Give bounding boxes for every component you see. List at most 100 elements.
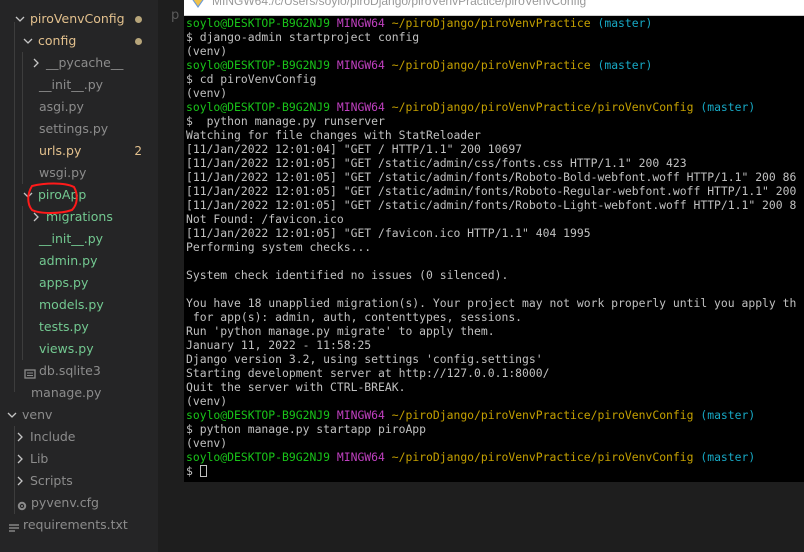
tree-item-folder-pycache[interactable]: __pycache__: [0, 52, 158, 74]
tree-item-file-apps[interactable]: apps.py: [0, 272, 158, 294]
prompt-shell: MINGW64: [336, 58, 385, 72]
tree-item-file-asgi[interactable]: asgi.py: [0, 96, 158, 118]
terminal-prompt-line: soylo@DESKTOP-B9G2NJ9 MINGW64 ~/piroDjan…: [186, 100, 804, 114]
tree-item-label: Scripts: [30, 473, 73, 488]
tree-item-label: __init__.py: [39, 77, 104, 92]
tree-item-label: venv: [22, 407, 53, 422]
database-icon: [24, 365, 36, 379]
tree-item-label: views.py: [39, 341, 94, 356]
terminal-output-line: January 11, 2022 - 11:58:25: [186, 338, 372, 352]
terminal-output-line: (venv): [186, 436, 228, 450]
tree-item-label: admin.py: [39, 253, 98, 268]
prompt-user: soylo@DESKTOP-B9G2NJ9: [186, 16, 331, 30]
terminal-title: MINGW64:/c/Users/soylo/piroDjango/piroVe…: [212, 0, 587, 8]
chevron-right-icon[interactable]: [14, 426, 26, 448]
prompt-branch: (master): [700, 408, 756, 422]
terminal-prompt-line: soylo@DESKTOP-B9G2NJ9 MINGW64 ~/piroDjan…: [186, 16, 804, 30]
prompt-branch: (master): [700, 100, 756, 114]
chevron-right-icon[interactable]: [14, 448, 26, 470]
terminal-output-line: Starting development server at http://12…: [186, 366, 550, 380]
prompt-path: ~/piroDjango/piroVenvPractice: [391, 16, 591, 30]
tree-item-folder-lib[interactable]: Lib: [0, 448, 158, 470]
chevron-right-icon[interactable]: [30, 52, 42, 74]
chevron-down-icon[interactable]: [14, 8, 26, 30]
terminal-output-line: Performing system checks...: [186, 240, 372, 254]
tree-item-file-tests[interactable]: tests.py: [0, 316, 158, 338]
chevron-down-icon[interactable]: [6, 404, 18, 426]
prompt-shell: MINGW64: [336, 100, 385, 114]
terminal-window[interactable]: MINGW64:/c/Users/soylo/piroDjango/piroVe…: [184, 0, 804, 482]
prompt-shell: MINGW64: [336, 16, 385, 30]
terminal-output-line: (venv): [186, 86, 228, 100]
prompt-dollar: $: [186, 464, 200, 478]
tree-item-file-views[interactable]: views.py: [0, 338, 158, 360]
tree-item-file-config-init[interactable]: __init__.py: [0, 74, 158, 96]
prompt-shell: MINGW64: [336, 450, 385, 464]
terminal-output-line: Quit the server with CTRL-BREAK.: [186, 380, 406, 394]
terminal-output-line: You have 18 unapplied migration(s). Your…: [186, 296, 797, 310]
tree-item-folder-scripts[interactable]: Scripts: [0, 470, 158, 492]
terminal-output[interactable]: soylo@DESKTOP-B9G2NJ9 MINGW64 ~/piroDjan…: [186, 16, 804, 478]
editor-tab-fragment: p: [171, 8, 180, 23]
tree-item-label: asgi.py: [39, 99, 84, 114]
terminal-output-line: (venv): [186, 394, 228, 408]
tree-item-file-models[interactable]: models.py: [0, 294, 158, 316]
tree-item-file-admin[interactable]: admin.py: [0, 250, 158, 272]
prompt-path: ~/piroDjango/piroVenvPractice/piroVenvCo…: [391, 408, 694, 422]
terminal-output-line: $ python manage.py runserver: [186, 114, 385, 128]
prompt-user: soylo@DESKTOP-B9G2NJ9: [186, 100, 331, 114]
tree-item-file-urls[interactable]: urls.py 2: [0, 140, 158, 162]
tree-item-label: requirements.txt: [23, 517, 128, 532]
tree-item-file-piroapp-init[interactable]: __init__.py: [0, 228, 158, 250]
tree-item-folder-config[interactable]: config: [0, 30, 158, 52]
prompt-branch: (master): [700, 450, 756, 464]
chevron-right-icon[interactable]: [14, 470, 26, 492]
terminal-prompt-line: soylo@DESKTOP-B9G2NJ9 MINGW64 ~/piroDjan…: [186, 450, 804, 464]
prompt-path: ~/piroDjango/piroVenvPractice/piroVenvCo…: [391, 100, 694, 114]
tree-item-label: Lib: [30, 451, 49, 466]
terminal-output-line: [11/Jan/2022 12:01:04] "GET / HTTP/1.1" …: [186, 142, 523, 156]
tree-item-folder-piroVenvConfig[interactable]: piroVenvConfig: [0, 8, 158, 30]
terminal-output-line: Run 'python manage.py migrate' to apply …: [186, 324, 495, 338]
tree-item-folder-venv[interactable]: venv: [0, 404, 158, 426]
tree-item-file-db-sqlite3[interactable]: db.sqlite3: [0, 360, 158, 382]
tree-item-label: db.sqlite3: [39, 363, 101, 378]
tree-item-file-pyvenv-cfg[interactable]: pyvenv.cfg: [0, 492, 158, 514]
terminal-prompt-line: soylo@DESKTOP-B9G2NJ9 MINGW64 ~/piroDjan…: [186, 58, 804, 72]
terminal-output-line: $ django-admin startproject config: [186, 30, 420, 44]
terminal-output-line: for app(s): admin, auth, contenttypes, s…: [186, 310, 523, 324]
prompt-branch: (master): [597, 16, 653, 30]
terminal-output-line: $ cd piroVenvConfig: [186, 72, 317, 86]
prompt-user: soylo@DESKTOP-B9G2NJ9: [186, 58, 331, 72]
explorer-sidebar: piroVenvConfig config __pycache__ __init__.…: [0, 0, 158, 552]
terminal-output-line: System check identified no issues (0 sil…: [186, 268, 509, 282]
terminal-output-line: Django version 3.2, using settings 'conf…: [186, 352, 543, 366]
terminal-output-line: (venv): [186, 44, 228, 58]
tree-item-file-requirements[interactable]: requirements.txt: [0, 514, 158, 536]
tree-item-label: tests.py: [39, 319, 89, 334]
terminal-titlebar[interactable]: MINGW64:/c/Users/soylo/piroDjango/piroVe…: [184, 0, 804, 16]
terminal-output-line: [11/Jan/2022 12:01:05] "GET /static/admi…: [186, 198, 797, 212]
gear-icon: [16, 497, 28, 511]
modified-dot-icon: [135, 16, 142, 23]
prompt-user: soylo@DESKTOP-B9G2NJ9: [186, 408, 331, 422]
prompt-path: ~/piroDjango/piroVenvPractice: [391, 58, 591, 72]
terminal-output-line: $ python manage.py startapp piroApp: [186, 422, 427, 436]
tree-item-file-settings[interactable]: settings.py: [0, 118, 158, 140]
terminal-input-line[interactable]: $: [186, 464, 804, 478]
prompt-user: soylo@DESKTOP-B9G2NJ9: [186, 450, 331, 464]
tree-item-folder-include[interactable]: Include: [0, 426, 158, 448]
terminal-output-line: [11/Jan/2022 12:01:05] "GET /static/admi…: [186, 170, 797, 184]
tree-item-file-manage[interactable]: manage.py: [0, 382, 158, 404]
red-annotation-circle: [27, 182, 78, 214]
chevron-down-icon[interactable]: [22, 30, 34, 52]
tree-item-label: pyvenv.cfg: [31, 495, 99, 510]
tree-item-label: settings.py: [39, 121, 109, 136]
tree-item-label: models.py: [39, 297, 104, 312]
tree-item-label: config: [38, 33, 77, 48]
tree-item-label: __init__.py: [39, 231, 104, 246]
tree-item-label: urls.py: [39, 143, 82, 158]
prompt-path: ~/piroDjango/piroVenvPractice/piroVenvCo…: [391, 450, 694, 464]
